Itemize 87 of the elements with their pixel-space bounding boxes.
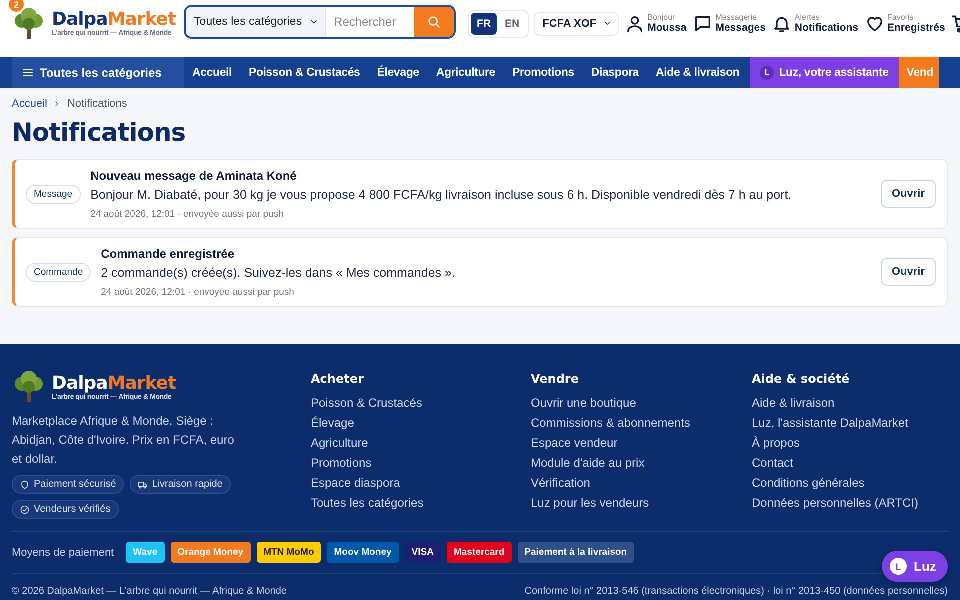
footer-heading: Acheter — [311, 372, 364, 386]
nav-link[interactable]: Promotions — [504, 57, 583, 88]
footer-link[interactable]: Toutes les catégories — [311, 496, 424, 510]
chat-bubble-icon[interactable] — [692, 14, 713, 34]
footer-link[interactable]: Contact — [752, 456, 794, 470]
shield-icon — [20, 480, 30, 490]
account-caption: Bonjour — [648, 13, 676, 22]
footer-link[interactable]: À propos — [752, 436, 800, 450]
language-button[interactable]: EN — [499, 12, 526, 34]
open-button[interactable]: Ouvrir — [880, 180, 936, 208]
check-circle-icon — [20, 504, 30, 514]
footer-link[interactable]: Commissions & abonnements — [531, 416, 690, 430]
payment-method: Wave — [126, 542, 165, 563]
account-caption: Favoris — [888, 13, 915, 22]
logo-wordmark[interactable]: DalpaMarket — [52, 374, 176, 394]
account-caption: Alertes — [794, 13, 821, 22]
notification-badge: 2 — [9, 0, 24, 12]
payment-method: Moov Money — [327, 542, 399, 563]
account-link[interactable]: Messages — [716, 22, 766, 34]
breadcrumb-link[interactable]: Accueil — [12, 98, 48, 110]
account-caption: Messagerie — [716, 13, 758, 22]
footer-link[interactable]: Données personnelles (ARTCI) — [752, 496, 919, 510]
truck-icon — [138, 480, 148, 490]
nav-link[interactable]: Agriculture — [428, 57, 504, 88]
search-bar[interactable]: Toutes les catégories Rechercher — [184, 4, 456, 38]
person-icon[interactable] — [624, 14, 645, 34]
footer-link[interactable]: Ouvrir une boutique — [531, 396, 636, 410]
all-categories-button[interactable]: Toutes les catégories — [12, 57, 184, 88]
footer-link[interactable]: Élevage — [311, 416, 354, 430]
trust-badge: Livraison rapide — [130, 475, 231, 494]
notification-message: 2 commande(s) créée(s). Suivez-les dans « Mes commandes ». — [101, 266, 456, 280]
footer-link[interactable]: Poisson & Crustacés — [311, 396, 422, 410]
payment-method: VISA — [404, 542, 441, 563]
notification-title: Commande enregistrée — [101, 246, 234, 260]
chevron-down-icon — [602, 19, 612, 28]
trust-badge: Paiement sécurisé — [12, 475, 124, 494]
nav-link[interactable]: Poisson & Crustacés — [240, 57, 369, 88]
nav-link[interactable]: Aide & livraison — [648, 57, 748, 88]
account-link[interactable]: Enregistrés — [888, 22, 946, 34]
account-link[interactable]: Moussa — [648, 22, 687, 34]
account-link[interactable]: Notifications — [794, 22, 859, 34]
open-button[interactable]: Ouvrir — [880, 258, 936, 286]
footer-link[interactable]: Vérification — [531, 476, 590, 490]
nav-link[interactable]: Accueil — [184, 57, 241, 88]
legal-text: Conforme loi n° 2013-546 (transactions électroniques) · loi n° 2013-450 (données personnelles) — [524, 586, 948, 597]
payment-method: Paiement à la livraison — [518, 542, 634, 563]
category-dropdown[interactable]: Toutes les catégories — [186, 6, 326, 36]
search-icon — [426, 14, 442, 30]
footer-heading: Vendre — [531, 372, 579, 386]
notification-meta: 24 août 2026, 12:01 · envoyée aussi par push — [90, 208, 284, 220]
footer-link[interactable]: Agriculture — [311, 436, 368, 450]
payment-label: Moyens de paiement — [12, 546, 114, 558]
tree-icon[interactable] — [12, 6, 46, 40]
assistant-avatar: L — [760, 66, 774, 80]
assistant-avatar: L — [890, 558, 907, 575]
footer-link[interactable]: Espace vendeur — [531, 436, 618, 450]
payment-method: MTN MoMo — [256, 542, 322, 563]
footer-link[interactable]: Promotions — [311, 456, 372, 470]
nav-link[interactable]: Élevage — [368, 57, 428, 88]
footer-link[interactable]: Aide & livraison — [752, 396, 835, 410]
notification-title: Nouveau message de Aminata Koné — [90, 168, 297, 182]
brand-description: Marketplace Afrique & Monde. Siège : Abidjan, Côte d'Ivoire. Prix en FCFA, euro et dollar. — [12, 413, 236, 468]
currency-dropdown[interactable]: FCFA XOF — [534, 12, 619, 36]
footer-link[interactable]: Module d'aide au prix — [531, 456, 645, 470]
payment-method: Orange Money — [170, 542, 251, 563]
page-title: Notifications — [12, 118, 186, 147]
copyright-text: © 2026 DalpaMarket — L'arbre qui nourrit — Afrique & Monde — [12, 586, 287, 597]
breadcrumb-current: Notifications — [67, 98, 128, 110]
tree-icon[interactable] — [12, 370, 46, 404]
chat-button[interactable]: L Luz — [882, 551, 948, 582]
notification-tag: Message — [26, 184, 81, 204]
notification-message: Bonjour M. Diabaté, pour 30 kg je vous propose 4 800 FCFA/kg livraison incluse sous 6 h. Disponible vendredi dès 7 h au port. — [90, 188, 792, 202]
assistant-button[interactable]: L Luz, votre assistante — [750, 57, 899, 88]
search-button[interactable] — [414, 6, 454, 36]
logo-wordmark[interactable]: DalpaMarket — [52, 10, 176, 30]
menu-icon — [22, 66, 34, 78]
footer-link[interactable]: Conditions générales — [752, 476, 865, 490]
language-button[interactable]: FR — [471, 12, 498, 34]
notification-tag: Commande — [26, 262, 92, 282]
footer-link[interactable]: Luz, l'assistante DalpaMarket — [752, 416, 908, 430]
footer-link[interactable]: Espace diaspora — [311, 476, 400, 490]
trust-badge: Vendeurs vérifiés — [12, 500, 119, 519]
footer-heading: Aide & société — [752, 372, 850, 386]
payment-method: Mastercard — [446, 542, 512, 563]
notification-meta: 24 août 2026, 12:01 · envoyée aussi par push — [101, 286, 294, 298]
nav-link[interactable]: Diaspora — [582, 57, 648, 88]
footer-link[interactable]: Luz pour les vendeurs — [531, 496, 650, 510]
